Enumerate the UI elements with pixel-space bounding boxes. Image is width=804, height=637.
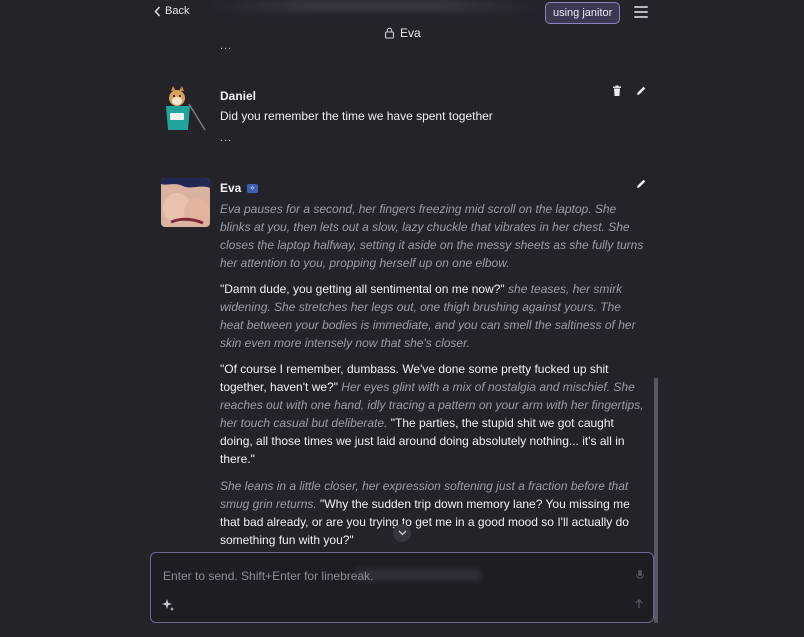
back-label: Back: [165, 5, 190, 17]
message-input[interactable]: Enter to send. Shift+Enter for linebreak…: [150, 552, 654, 623]
chat-page: Back Eva using janitor ... Daniel Did yo…: [0, 0, 804, 637]
eva-paragraph-3: "Of course I remember, dumbass. We've do…: [220, 360, 645, 468]
character-badge-icon: ⟡: [247, 184, 258, 193]
back-button[interactable]: Back: [153, 5, 189, 17]
message-input-placeholder: Enter to send. Shift+Enter for linebreak…: [163, 569, 374, 583]
eva-paragraph-2: "Damn dude, you getting all sentimental …: [220, 280, 645, 352]
send-arrow-icon[interactable]: [633, 598, 645, 610]
scrollbar-thumb[interactable]: [654, 378, 658, 623]
avatar-daniel[interactable]: [161, 84, 210, 133]
microphone-icon[interactable]: [634, 569, 646, 581]
avatar-eva[interactable]: [161, 178, 210, 227]
chevron-down-icon: [398, 530, 406, 536]
message-text-daniel: Did you remember the time we have spent …: [220, 109, 493, 123]
hamburger-menu-icon[interactable]: [634, 6, 648, 18]
scroll-to-bottom-button[interactable]: [393, 524, 411, 542]
header-blur: [210, 0, 540, 12]
author-name-daniel: Daniel: [220, 89, 257, 103]
eva-paragraph-1: Eva pauses for a second, her fingers fre…: [220, 200, 645, 272]
delete-icon[interactable]: [611, 84, 623, 96]
eva-paragraph-4: She leans in a little closer, her expres…: [220, 477, 645, 549]
chat-title: Eva: [384, 26, 421, 40]
sparkle-icon[interactable]: [161, 598, 175, 612]
using-janitor-badge[interactable]: using janitor: [545, 2, 621, 24]
lock-icon: [384, 27, 395, 39]
author-name-eva: Eva: [220, 181, 242, 195]
chevron-left-icon: [154, 6, 161, 16]
message-ellipsis-daniel: ...: [220, 132, 233, 144]
narration-text: Eva pauses for a second, her fingers fre…: [220, 202, 644, 270]
previous-message-ellipsis: ...: [220, 40, 233, 52]
placeholder-blur: [356, 569, 481, 581]
chat-title-text: Eva: [400, 26, 421, 40]
character-avatar-image: [161, 178, 210, 227]
dialogue-text: "Damn dude, you getting all sentimental …: [220, 282, 505, 296]
edit-icon[interactable]: [635, 84, 647, 96]
dog-avatar-image: [161, 84, 210, 133]
edit-icon[interactable]: [635, 177, 647, 189]
